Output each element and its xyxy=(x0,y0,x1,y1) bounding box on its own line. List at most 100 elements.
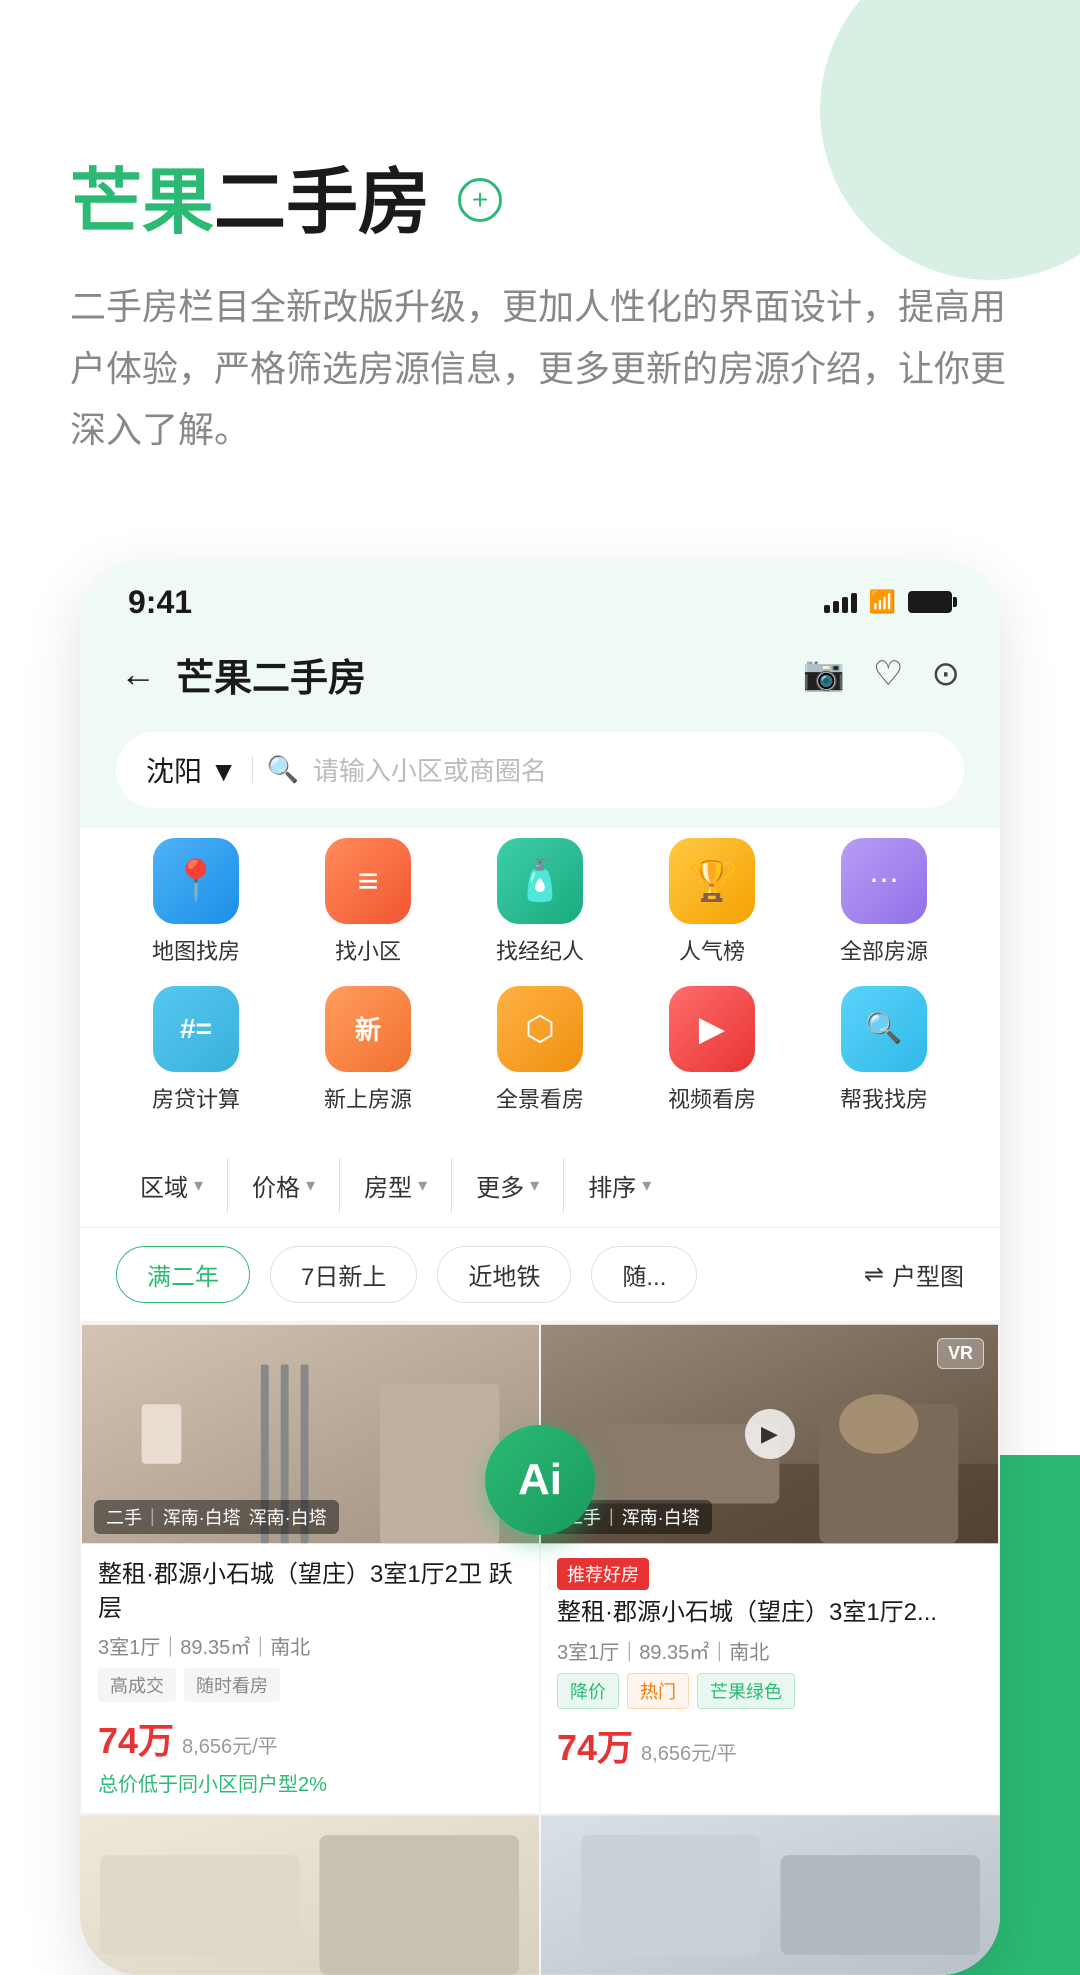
quick-filter-two-years[interactable]: 满二年 xyxy=(116,1246,250,1303)
app-header-title: 芒果二手房 xyxy=(176,647,366,702)
category-mortgage[interactable]: #= 房贷计算 xyxy=(136,986,256,1114)
video-icon: ▶ xyxy=(669,986,755,1072)
search-location[interactable]: 沈阳 ▼ xyxy=(146,750,238,790)
filter-sort-label: 排序 xyxy=(588,1168,636,1203)
recommend-badge: 推荐好房 xyxy=(557,1558,649,1590)
quick-filter-random[interactable]: 随... xyxy=(591,1246,697,1303)
listing-1-tag-0: 高成交 xyxy=(98,1668,176,1702)
popular-icon: 🏆 xyxy=(669,838,755,924)
category-video[interactable]: ▶ 视频看房 xyxy=(652,986,772,1114)
filter-area-chevron: ▾ xyxy=(194,1175,203,1196)
search-divider xyxy=(252,757,253,783)
listing-2-tags: 降价 热门 芒果绿色 xyxy=(557,1673,982,1709)
back-button[interactable]: ← xyxy=(120,653,156,695)
listing-2-play-button[interactable]: ▶ xyxy=(745,1409,795,1459)
filter-room-type-label: 房型 xyxy=(364,1168,412,1203)
listing-card-2[interactable]: ▶ VR 二手 | 浑南·白塔 推荐好房 整租·郡源小石城（望庄）3室1厅2..… xyxy=(541,1324,998,1813)
filter-sort[interactable]: 排序 ▾ xyxy=(564,1158,675,1213)
add-icon[interactable]: + xyxy=(458,178,502,222)
bottom-card-2[interactable] xyxy=(541,1815,1000,1975)
filter-area[interactable]: 区域 ▾ xyxy=(116,1158,228,1213)
filter-area-label: 区域 xyxy=(140,1168,188,1203)
category-row-1: 📍 地图找房 ≡ 找小区 🧴 找经纪人 🏆 人气榜 ⋯ 全部房 xyxy=(110,838,970,966)
ai-badge-text: Ai xyxy=(518,1455,562,1505)
floor-plan-label: 户型图 xyxy=(892,1257,964,1292)
category-row-2: #= 房贷计算 新 新上房源 ⬡ 全景看房 ▶ 视频看房 🔍 帮我 xyxy=(110,986,970,1114)
hero-section: 芒果二手房 + 二手房栏目全新改版升级，更加人性化的界面设计，提高用户体验，严格… xyxy=(0,0,1080,520)
panorama-label: 全景看房 xyxy=(496,1082,584,1114)
category-new-listing[interactable]: 新 新上房源 xyxy=(308,986,428,1114)
listing-2-price-unit: 8,656元/平 xyxy=(641,1737,737,1766)
search-input[interactable]: 请输入小区或商圈名 xyxy=(313,751,547,788)
filter-room-type[interactable]: 房型 ▾ xyxy=(340,1158,452,1213)
listing-1-price-note: 总价低于同小区同户型2% xyxy=(98,1768,523,1797)
listing-2-title: 整租·郡源小石城（望庄）3室1厅2... xyxy=(557,1596,982,1630)
vr-badge: VR xyxy=(937,1338,984,1369)
search-magnifier-icon: 🔍 xyxy=(267,754,299,785)
find-community-label: 找小区 xyxy=(335,934,401,966)
filter-price-chevron: ▾ xyxy=(306,1175,315,1196)
category-popular[interactable]: 🏆 人气榜 xyxy=(652,838,772,966)
message-icon[interactable]: ⊙ xyxy=(932,654,961,694)
search-bar[interactable]: 沈阳 ▼ 🔍 请输入小区或商圈名 xyxy=(116,732,964,808)
phone-mockup-wrapper: 9:41 📶 ← 芒果二手房 📷 ♡ ⊙ xyxy=(0,560,1080,1975)
help-find-label: 帮我找房 xyxy=(840,1082,928,1114)
filter-more[interactable]: 更多 ▾ xyxy=(452,1158,564,1213)
listing-2-info: 推荐好房 整租·郡源小石城（望庄）3室1厅2... 3室1厅｜89.35㎡｜南北… xyxy=(541,1544,998,1787)
category-find-agent[interactable]: 🧴 找经纪人 xyxy=(480,838,600,966)
filter-price-label: 价格 xyxy=(252,1168,300,1203)
listing-2-image: ▶ VR 二手 | 浑南·白塔 xyxy=(541,1324,998,1544)
category-map-find[interactable]: 📍 地图找房 xyxy=(136,838,256,966)
new-listing-icon: 新 xyxy=(325,986,411,1072)
quick-filter-seven-days[interactable]: 7日新上 xyxy=(270,1246,417,1303)
listing-2-tag-2: 芒果绿色 xyxy=(697,1673,795,1709)
all-houses-label: 全部房源 xyxy=(840,934,928,966)
listing-1-image: 二手 | 浑南·白塔 浑南·白塔 xyxy=(82,1324,539,1544)
new-listing-label: 新上房源 xyxy=(324,1082,412,1114)
map-find-label: 地图找房 xyxy=(152,934,240,966)
category-section: 📍 地图找房 ≡ 找小区 🧴 找经纪人 🏆 人气榜 ⋯ 全部房 xyxy=(80,828,1000,1144)
listing-1-location: 浑南·白塔 xyxy=(163,1504,241,1530)
hero-description: 二手房栏目全新改版升级，更加人性化的界面设计，提高用户体验，严格筛选房源信息，更… xyxy=(70,276,1010,460)
panorama-icon: ⬡ xyxy=(497,986,583,1072)
mortgage-icon: #= xyxy=(153,986,239,1072)
category-help-find[interactable]: 🔍 帮我找房 xyxy=(824,986,944,1114)
hero-title: 芒果二手房 + xyxy=(70,160,1010,246)
ai-badge[interactable]: Ai xyxy=(485,1425,595,1535)
listing-1-type: 二手 xyxy=(106,1504,142,1530)
listing-1-title: 整租·郡源小石城（望庄）3室1厅2卫 跃层 xyxy=(98,1558,523,1625)
app-header-right: 📷 ♡ ⊙ xyxy=(803,654,960,694)
quick-filters: 满二年 7日新上 近地铁 随... ⇌ 户型图 xyxy=(80,1228,1000,1322)
bottom-card-1[interactable] xyxy=(80,1815,539,1975)
app-header: ← 芒果二手房 📷 ♡ ⊙ xyxy=(80,631,1000,722)
listing-1-tags: 高成交 随时看房 xyxy=(98,1668,523,1702)
category-panorama[interactable]: ⬡ 全景看房 xyxy=(480,986,600,1114)
status-icons: 📶 xyxy=(824,589,952,615)
category-find-community[interactable]: ≡ 找小区 xyxy=(308,838,428,966)
filter-price[interactable]: 价格 ▾ xyxy=(228,1158,340,1213)
status-bar: 9:41 📶 xyxy=(80,560,1000,631)
floor-plan-toggle[interactable]: ⇌ 户型图 xyxy=(864,1257,964,1292)
listing-card-1[interactable]: 二手 | 浑南·白塔 浑南·白塔 整租·郡源小石城（望庄）3室1厅2卫 跃层 3… xyxy=(82,1324,539,1813)
filter-more-chevron: ▾ xyxy=(530,1175,539,1196)
filter-room-chevron: ▾ xyxy=(418,1175,427,1196)
listing-1-location-text: 浑南·白塔 xyxy=(249,1504,327,1530)
bottom-row xyxy=(80,1815,1000,1975)
listing-2-price-num: 74万 xyxy=(557,1719,633,1771)
listing-1-tag-1: 随时看房 xyxy=(184,1668,280,1702)
listing-2-meta: 3室1厅｜89.35㎡｜南北 xyxy=(557,1636,982,1665)
filter-bar: 区域 ▾ 价格 ▾ 房型 ▾ 更多 ▾ 排序 ▾ xyxy=(80,1144,1000,1228)
app-header-left: ← 芒果二手房 xyxy=(120,647,366,702)
camera-icon[interactable]: 📷 xyxy=(803,654,845,694)
listing-2-location-text: 浑南·白塔 xyxy=(622,1504,700,1530)
quick-filter-near-metro[interactable]: 近地铁 xyxy=(437,1246,571,1303)
heart-icon[interactable]: ♡ xyxy=(873,654,903,694)
wifi-icon: 📶 xyxy=(869,589,896,615)
video-label: 视频看房 xyxy=(668,1082,756,1114)
status-time: 9:41 xyxy=(128,584,192,621)
filter-sort-chevron: ▾ xyxy=(642,1175,651,1196)
filter-more-label: 更多 xyxy=(476,1168,524,1203)
category-all-houses[interactable]: ⋯ 全部房源 xyxy=(824,838,944,966)
phone-mockup: 9:41 📶 ← 芒果二手房 📷 ♡ ⊙ xyxy=(80,560,1000,1975)
mortgage-label: 房贷计算 xyxy=(152,1082,240,1114)
